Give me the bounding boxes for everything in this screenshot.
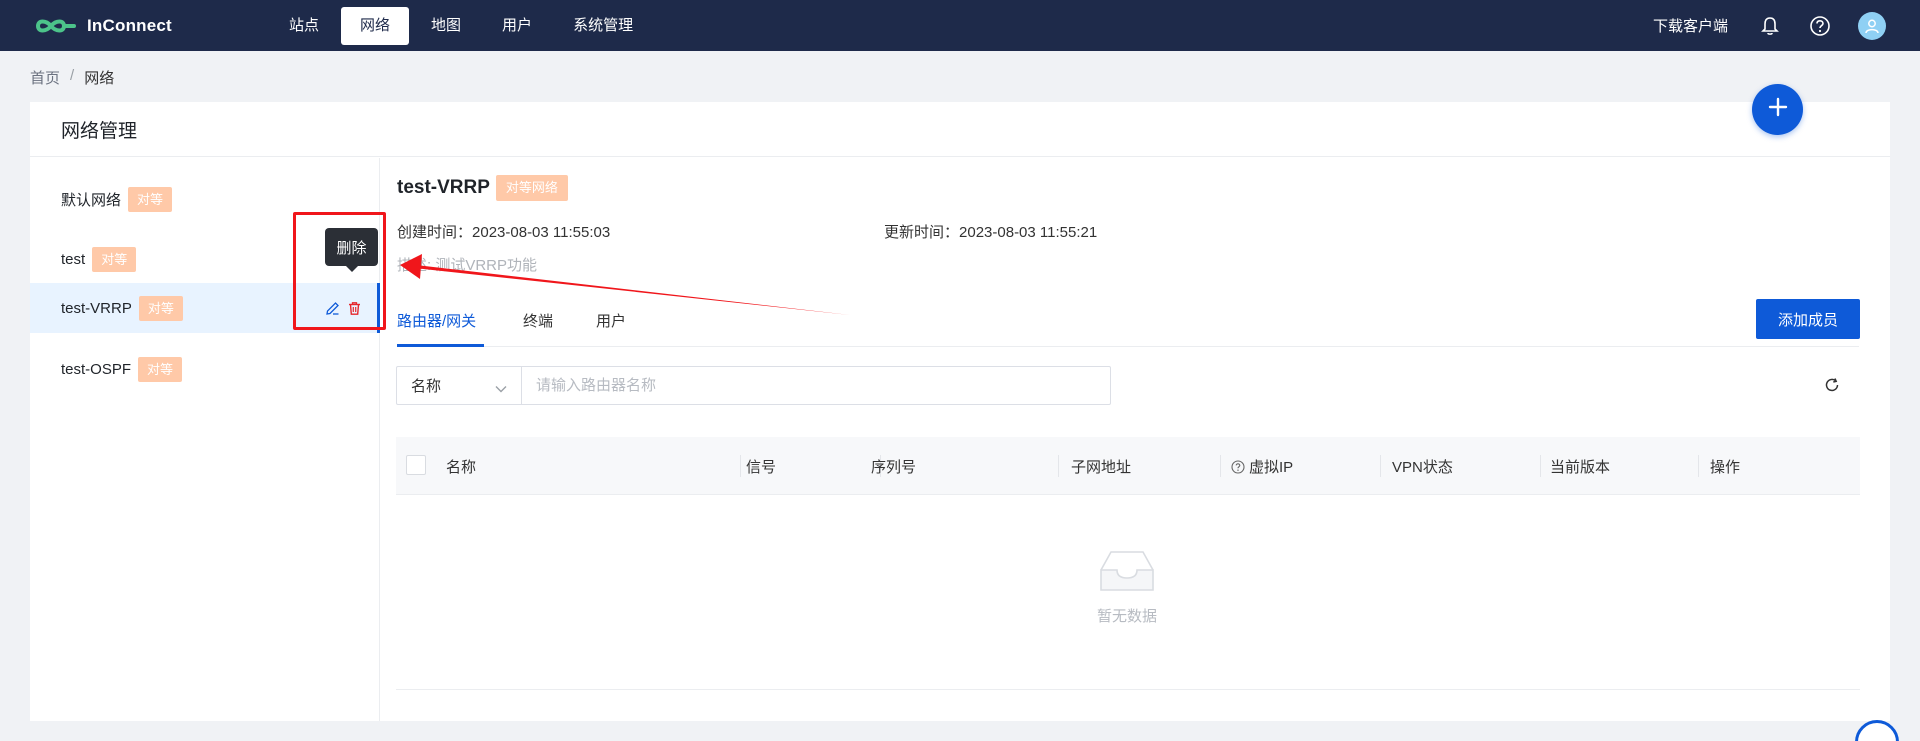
updated-time: 更新时间：2023-08-03 11:55:21	[884, 221, 1097, 242]
filter-field-label: 名称	[411, 378, 442, 395]
tab-users[interactable]: 用户	[596, 310, 626, 331]
support-chat-button[interactable]	[1855, 720, 1899, 741]
network-item-test-vrrp[interactable]: test-VRRP 对等	[30, 283, 380, 333]
delete-icon[interactable]	[343, 297, 365, 319]
empty-text: 暂无数据	[1096, 608, 1157, 625]
add-network-button[interactable]	[1752, 84, 1803, 135]
column-header-current-version[interactable]: 当前版本	[1550, 456, 1610, 477]
network-name: test-VRRP	[61, 299, 132, 317]
column-header-vpn-status[interactable]: VPN状态	[1392, 456, 1453, 477]
network-name: test-OSPF	[61, 360, 132, 378]
network-name: 默认网络	[61, 191, 122, 209]
created-time: 创建时间：2023-08-03 11:55:03	[397, 221, 884, 242]
nav-item-users[interactable]: 用户	[483, 7, 551, 45]
question-circle-icon[interactable]	[1231, 459, 1245, 474]
created-value: 2023-08-03 11:55:03	[472, 224, 611, 241]
column-header-subnet[interactable]: 子网地址	[1071, 456, 1131, 477]
column-header-name[interactable]: 名称	[446, 456, 476, 477]
brand[interactable]: InConnect	[34, 15, 270, 37]
network-detail-title: test-VRRP	[397, 177, 490, 198]
nav-item-system-management[interactable]: 系统管理	[554, 7, 652, 45]
network-description: 描述: 测试VRRP功能	[397, 257, 538, 274]
delete-tooltip: 删除	[325, 228, 378, 272]
add-member-button[interactable]: 添加成员	[1756, 299, 1860, 339]
column-header-virtual-ip[interactable]: 虚拟IP	[1231, 456, 1293, 477]
created-label: 创建时间：	[397, 224, 473, 241]
refresh-icon[interactable]	[1822, 375, 1842, 395]
download-client-link[interactable]: 下载客户端	[1653, 15, 1728, 36]
column-header-signal[interactable]: 信号	[746, 456, 776, 477]
select-all-checkbox[interactable]	[406, 455, 426, 475]
help-icon[interactable]	[1808, 14, 1832, 38]
network-item-test-ospf[interactable]: test-OSPF 对等	[30, 344, 380, 394]
member-tabs: 路由器/网关 终端 用户	[397, 298, 1859, 347]
tab-terminals[interactable]: 终端	[523, 310, 553, 331]
inconnect-logo-icon	[34, 15, 78, 37]
table-bottom-border	[396, 689, 1860, 690]
router-name-search-input[interactable]	[522, 367, 1110, 404]
updated-value: 2023-08-03 11:55:21	[959, 224, 1098, 241]
breadcrumb-separator: /	[70, 67, 75, 84]
breadcrumb: 首页 / 网络	[30, 67, 114, 88]
empty-state: 暂无数据	[1090, 548, 1164, 626]
user-avatar-icon[interactable]	[1858, 11, 1886, 40]
network-detail: test-VRRP 对等网络 创建时间：2023-08-03 11:55:03 …	[397, 175, 1859, 274]
empty-inbox-icon	[1095, 551, 1159, 598]
updated-label: 更新时间：	[884, 224, 960, 241]
network-type-tag: 对等	[92, 246, 137, 272]
main-nav: 站点 网络 地图 用户 系统管理	[270, 0, 655, 51]
brand-name: InConnect	[87, 15, 172, 35]
nav-item-network[interactable]: 网络	[341, 6, 410, 45]
column-header-serial[interactable]: 序列号	[871, 456, 916, 477]
network-name: test	[61, 250, 86, 268]
network-detail-type-tag: 对等网络	[495, 175, 568, 201]
column-header-actions: 操作	[1710, 459, 1741, 476]
chevron-down-icon	[495, 380, 507, 397]
top-navigation-bar: InConnect 站点 网络 地图 用户 系统管理 下载客户端	[0, 0, 1920, 51]
nav-item-sites[interactable]: 站点	[270, 7, 338, 45]
network-type-tag: 对等	[128, 186, 173, 212]
network-item-default[interactable]: 默认网络 对等	[30, 174, 380, 224]
card-title: 网络管理	[30, 102, 1890, 157]
breadcrumb-current: 网络	[84, 70, 115, 87]
network-type-tag: 对等	[138, 356, 183, 382]
breadcrumb-home[interactable]: 首页	[30, 67, 60, 88]
search-filter: 名称	[396, 366, 1111, 405]
tab-routers-gateways[interactable]: 路由器/网关	[397, 310, 476, 331]
column-header-virtual-ip-label: 虚拟IP	[1249, 459, 1294, 476]
plus-icon	[1768, 97, 1788, 122]
filter-field-select[interactable]: 名称	[397, 367, 522, 404]
bell-icon[interactable]	[1758, 14, 1782, 38]
active-tab-indicator	[397, 344, 484, 347]
routers-table-header: 名称 信号 序列号 子网地址 虚拟IP VPN状态 当前版本 操作	[396, 437, 1860, 495]
nav-item-map[interactable]: 地图	[412, 7, 480, 45]
network-type-tag: 对等	[138, 295, 183, 321]
edit-icon[interactable]	[321, 297, 343, 319]
